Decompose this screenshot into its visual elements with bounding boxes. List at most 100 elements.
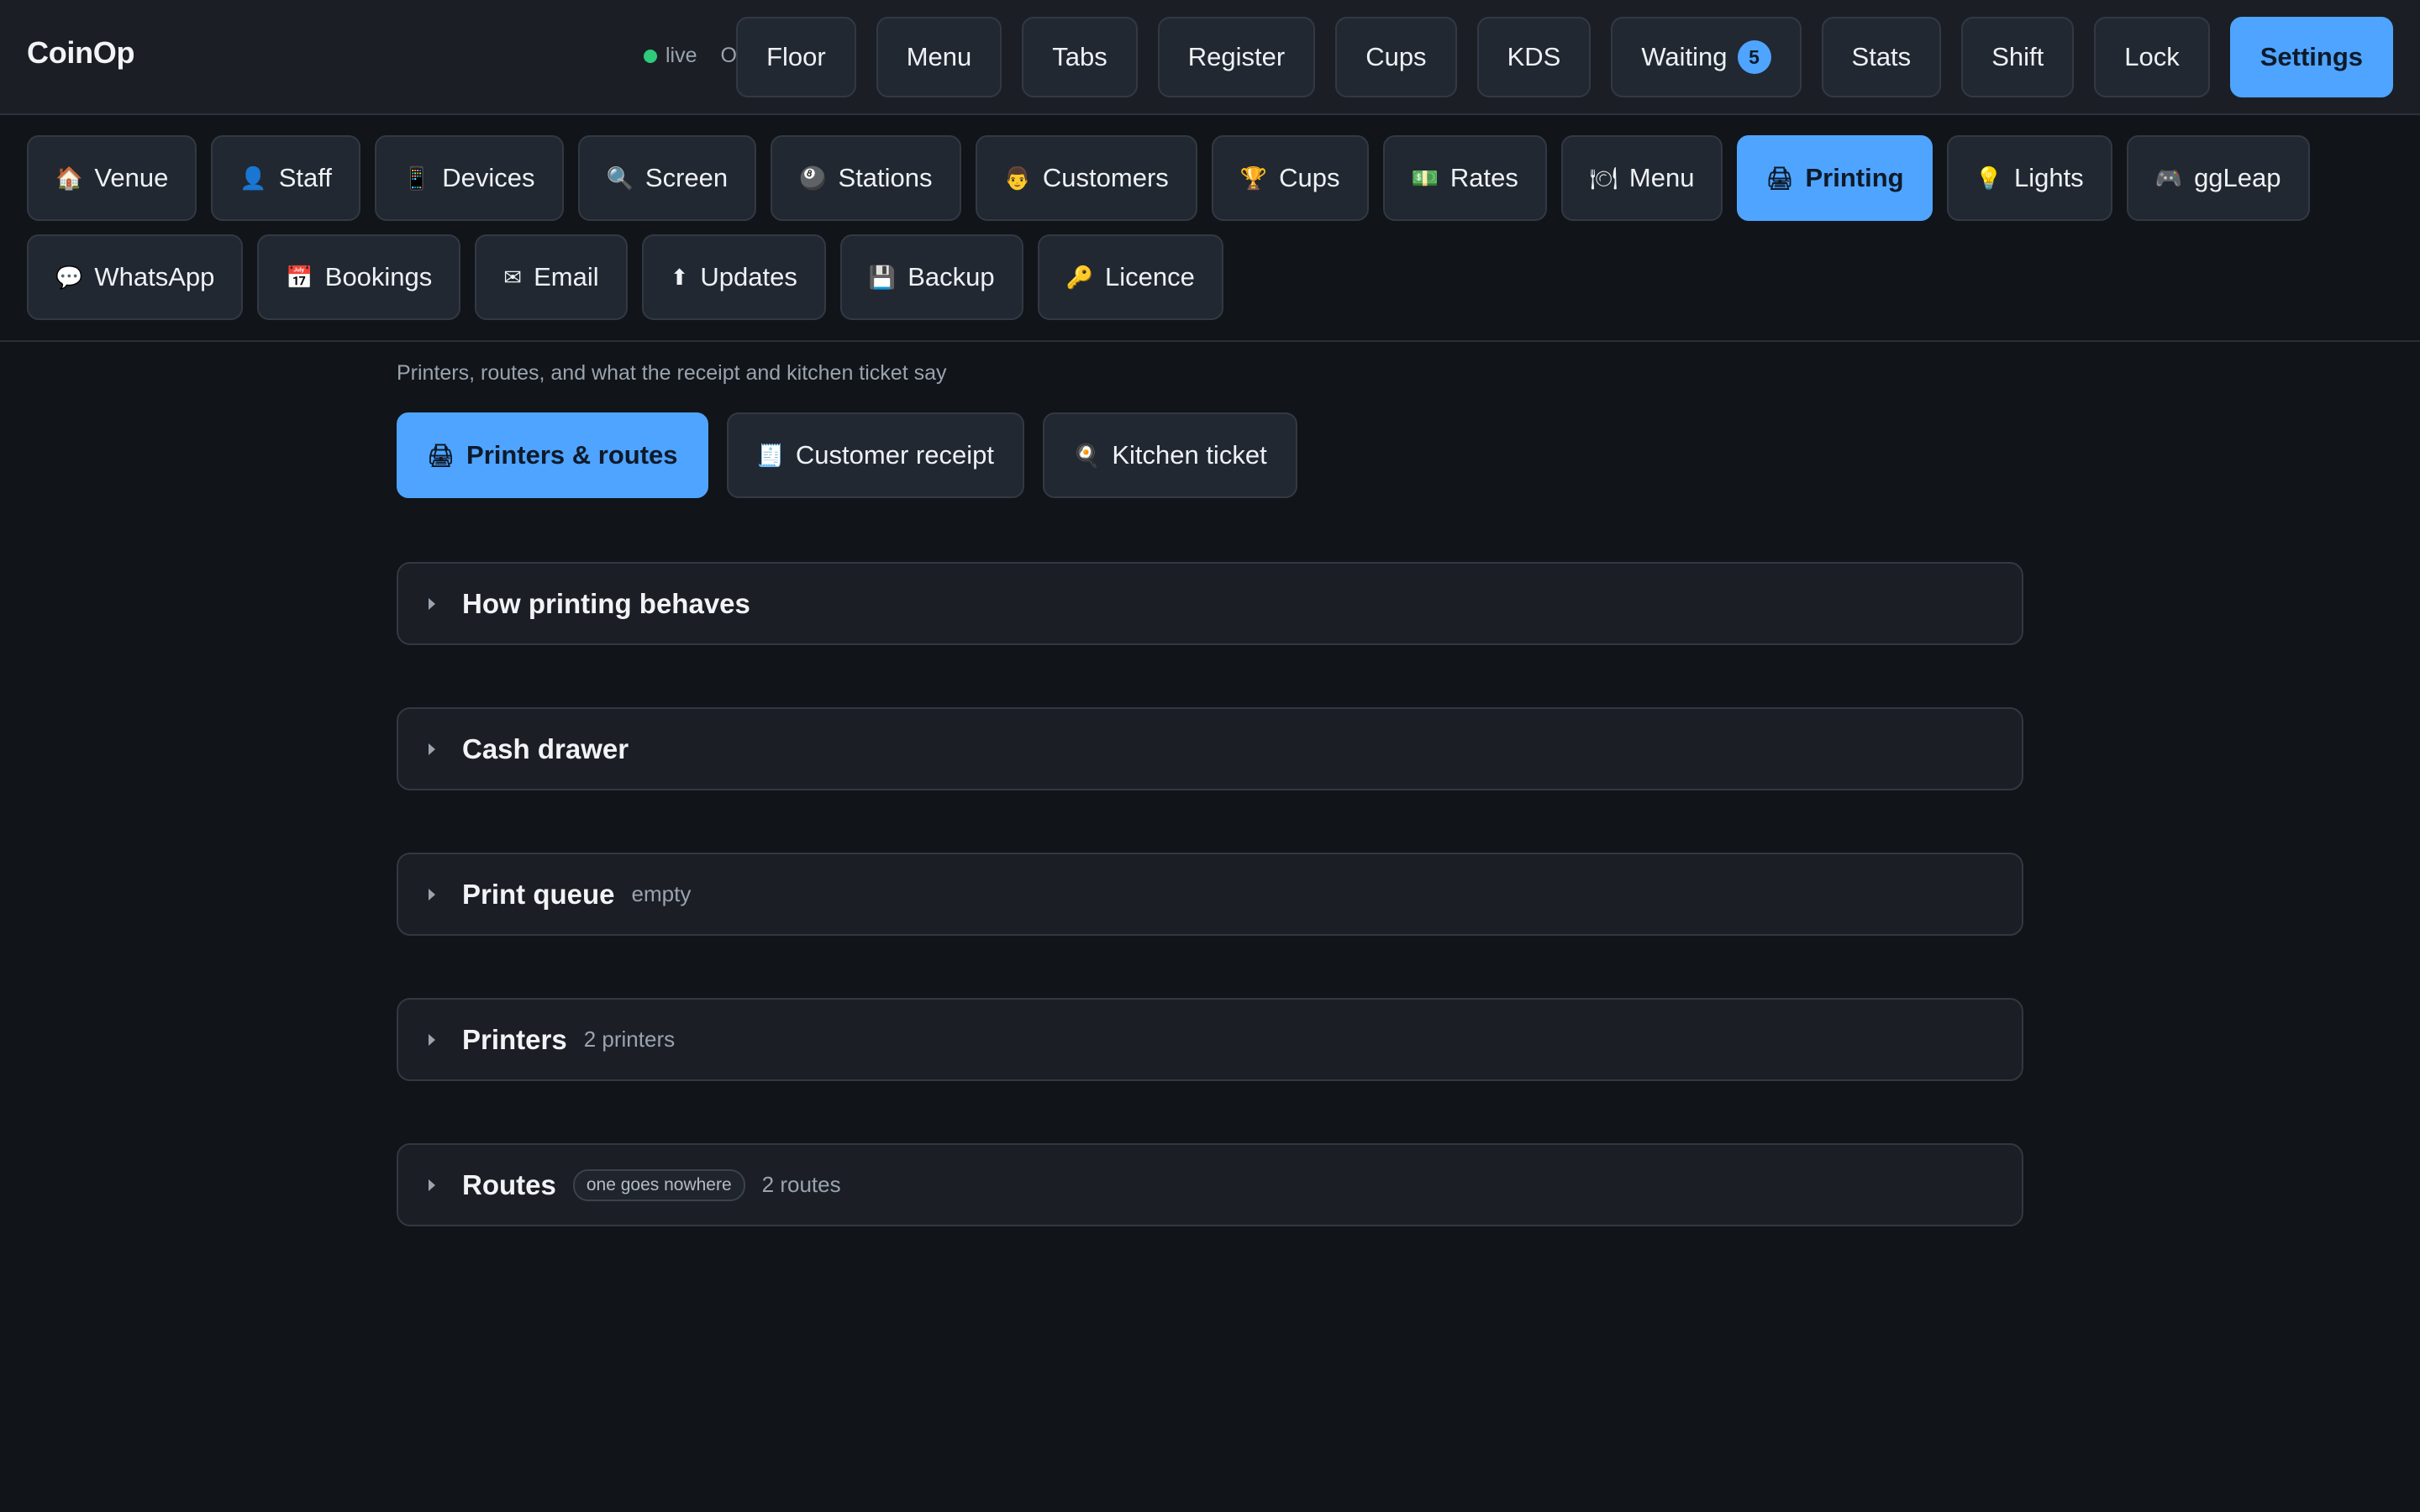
section-title: Printers — [462, 1023, 567, 1055]
tab-updates[interactable]: ⬆ Updates — [641, 234, 826, 320]
nav-label: Settings — [2260, 42, 2363, 71]
tab-rates[interactable]: 💵 Rates — [1382, 135, 1547, 221]
caret-right-icon — [429, 1033, 435, 1046]
section-printers[interactable]: Printers 2 printers — [397, 998, 2023, 1081]
section-meta: 2 printers — [583, 1026, 676, 1052]
section-meta: empty — [631, 881, 692, 906]
section-title: Cash drawer — [462, 732, 629, 764]
section-meta: 2 routes — [761, 1172, 841, 1197]
tab-whatsapp[interactable]: 💬 WhatsApp — [27, 234, 244, 320]
tab-lights[interactable]: 💡 Lights — [1946, 135, 2112, 221]
receipt-icon: 🧾 — [756, 443, 784, 468]
caret-right-icon — [429, 1179, 435, 1191]
tab-label: Stations — [838, 163, 933, 192]
tab-label: Devices — [442, 163, 535, 192]
nav-waiting[interactable]: Waiting 5 — [1611, 17, 1802, 97]
nav-label: Cups — [1365, 42, 1427, 71]
nav-stats[interactable]: Stats — [1821, 17, 1942, 97]
nav-menu[interactable]: Menu — [876, 17, 1002, 97]
gamepad-icon: 🎮 — [2154, 165, 2183, 191]
cash-icon: 💵 — [1411, 165, 1439, 191]
nav-tabs[interactable]: Tabs — [1022, 17, 1138, 97]
nav-label: Waiting — [1641, 42, 1728, 71]
printer-icon: 🖨 — [1765, 165, 1794, 191]
settings-sections: How printing behaves Cash drawer Print q… — [397, 562, 2023, 1226]
tab-label: Email — [534, 262, 599, 291]
live-dot-icon — [644, 49, 657, 63]
tab-screen[interactable]: 🔍 Screen — [577, 135, 757, 221]
tab-label: Customers — [1042, 163, 1169, 192]
tab-menu[interactable]: 🍽 Menu — [1560, 135, 1723, 221]
tab-printing[interactable]: 🖨 Printing — [1737, 135, 1933, 221]
nav-label: Stats — [1851, 42, 1912, 71]
tab-cups[interactable]: 🏆 Cups — [1211, 135, 1369, 221]
subtab-label: Customer receipt — [795, 440, 994, 470]
nav-label: KDS — [1507, 42, 1561, 71]
section-divider — [0, 340, 2420, 342]
tab-staff[interactable]: 👤 Staff — [211, 135, 360, 221]
tab-licence[interactable]: 🔑 Licence — [1037, 234, 1223, 320]
tab-label: Lights — [2013, 163, 2084, 192]
nav-settings[interactable]: Settings — [2229, 17, 2393, 97]
tab-label: Backup — [908, 262, 995, 291]
tab-label: Cups — [1279, 163, 1340, 192]
caret-right-icon — [429, 597, 435, 610]
subtab-customer-receipt[interactable]: 🧾 Customer receipt — [726, 412, 1024, 498]
nav-label: Lock — [2124, 42, 2180, 71]
nav-kds[interactable]: KDS — [1476, 17, 1591, 97]
phone-icon: 📱 — [402, 165, 431, 191]
top-bar: CoinOp live Owner Floor Menu Tabs Regist… — [0, 0, 2420, 115]
eight-ball-icon: 🎱 — [799, 165, 827, 191]
tab-customers[interactable]: 👨 Customers — [975, 135, 1197, 221]
bulb-icon: 💡 — [1975, 165, 2002, 191]
house-icon: 🏠 — [55, 165, 83, 191]
subtab-kitchen-ticket[interactable]: 🍳 Kitchen ticket — [1042, 412, 1297, 498]
tab-ggleap[interactable]: 🎮 ggLeap — [2126, 135, 2310, 221]
nav-label: Register — [1187, 42, 1286, 71]
app-logo: CoinOp — [27, 35, 135, 70]
tab-label: Staff — [278, 163, 332, 192]
nav-shift[interactable]: Shift — [1961, 17, 2075, 97]
section-cash-drawer[interactable]: Cash drawer — [397, 707, 2023, 790]
calendar-icon: 📅 — [286, 265, 313, 290]
tab-backup[interactable]: 💾 Backup — [839, 234, 1023, 320]
tab-stations[interactable]: 🎱 Stations — [771, 135, 961, 221]
key-icon: 🔑 — [1065, 265, 1094, 290]
nav-cups[interactable]: Cups — [1335, 17, 1457, 97]
nav-register[interactable]: Register — [1157, 17, 1316, 97]
section-routes[interactable]: Routes one goes nowhere 2 routes — [397, 1143, 2023, 1226]
section-title: How printing behaves — [462, 587, 750, 619]
up-arrow-icon: ⬆ — [670, 265, 689, 290]
caret-right-icon — [429, 888, 435, 900]
tab-label: Venue — [94, 163, 169, 192]
waiting-count-badge: 5 — [1737, 40, 1771, 74]
printing-settings: Printers, routes, and what the receipt a… — [397, 361, 2023, 1226]
frying-pan-icon: 🍳 — [1072, 443, 1101, 468]
settings-tabs: 🏠 Venue 👤 Staff 📱 Devices 🔍 Screen 🎱 Stations… — [27, 135, 2396, 320]
nav-lock[interactable]: Lock — [2094, 17, 2210, 97]
nav-floor[interactable]: Floor — [736, 17, 856, 97]
floppy-disk-icon: 💾 — [868, 265, 897, 290]
speech-bubble-icon: 💬 — [55, 265, 83, 290]
tab-email[interactable]: ✉ Email — [475, 234, 628, 320]
tab-venue[interactable]: 🏠 Venue — [27, 135, 197, 221]
section-print-queue[interactable]: Print queue empty — [397, 853, 2023, 936]
caret-right-icon — [429, 743, 435, 755]
section-title: Routes — [462, 1168, 556, 1200]
plate-icon: 🍽 — [1589, 165, 1618, 191]
section-how-printing-behaves[interactable]: How printing behaves — [397, 562, 2023, 645]
subtab-printers-routes[interactable]: 🖨 Printers & routes — [397, 412, 708, 498]
nav-label: Floor — [766, 42, 826, 71]
tab-bookings[interactable]: 📅 Bookings — [257, 234, 461, 320]
nav-label: Menu — [906, 42, 972, 71]
tab-label: Bookings — [324, 262, 433, 291]
tab-label: Printing — [1805, 163, 1904, 192]
tab-devices[interactable]: 📱 Devices — [374, 135, 564, 221]
magnifier-icon: 🔍 — [606, 165, 634, 191]
envelope-icon: ✉ — [503, 265, 523, 290]
tab-label: WhatsApp — [94, 262, 215, 291]
tab-label: Rates — [1449, 163, 1518, 192]
tab-label: Updates — [700, 262, 797, 291]
warning-pill: one goes nowhere — [572, 1168, 745, 1201]
tab-label: Licence — [1105, 262, 1195, 291]
